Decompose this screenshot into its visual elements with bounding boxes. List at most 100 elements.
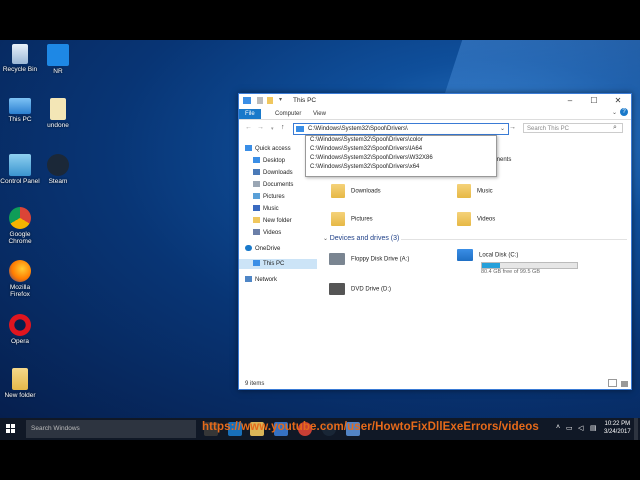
folder-pictures[interactable]: Pictures	[331, 212, 373, 226]
address-suggestions: C:\Windows\System32\Spool\Drivers\color …	[305, 135, 497, 177]
minimize-button[interactable]: –	[559, 95, 581, 107]
taskbar-clock[interactable]: 10:22 PM 3/24/2017	[604, 420, 631, 436]
nav-label: Desktop	[263, 158, 286, 164]
nav-this-pc[interactable]: This PC	[239, 259, 317, 269]
suggestion-item[interactable]: C:\Windows\System32\Spool\Drivers\W32X86	[306, 154, 496, 163]
network-icon	[245, 276, 252, 283]
show-desktop-button[interactable]	[634, 418, 638, 440]
folder-downloads[interactable]: Downloads	[331, 184, 381, 198]
letterbox-bottom	[0, 440, 640, 480]
folder-icon	[253, 217, 260, 224]
desktop-icon-opera[interactable]: Opera	[0, 314, 40, 345]
drive-label: Local Disk (C:)	[479, 252, 519, 259]
volume-icon[interactable]: ◁	[578, 424, 583, 432]
back-button[interactable]: ←	[245, 124, 252, 131]
new-folder-icon[interactable]	[267, 97, 273, 104]
drive-local-c[interactable]: Local Disk (C:)	[457, 249, 518, 261]
properties-icon[interactable]	[257, 97, 263, 104]
nav-new-folder[interactable]: New folder	[253, 216, 292, 226]
tab-file[interactable]: File	[239, 109, 261, 119]
desktop-icon-label: Opera	[10, 338, 30, 345]
nav-documents[interactable]: Documents	[253, 180, 293, 190]
close-button[interactable]: ✕	[607, 95, 629, 107]
desktop-icon-recycle-bin[interactable]: Recycle Bin	[0, 44, 40, 73]
desktop-icon-label: New folder	[4, 392, 36, 399]
nav-label: Pictures	[263, 194, 285, 200]
large-icons-view-icon[interactable]	[621, 381, 628, 387]
drive-dvd[interactable]: DVD Drive (D:)	[329, 283, 391, 295]
go-button[interactable]: →	[509, 124, 516, 131]
devices-section-heading[interactable]: ⌄ Devices and drives (3)	[323, 235, 399, 242]
section-divider	[401, 239, 627, 240]
suggestion-item[interactable]: C:\Windows\System32\Spool\Drivers\color	[306, 136, 496, 145]
windows-logo-icon	[6, 424, 10, 428]
nav-onedrive[interactable]: OneDrive	[245, 244, 280, 254]
tab-view[interactable]: View	[307, 109, 332, 119]
folder-documents-partial[interactable]: ments	[495, 157, 511, 163]
star-icon	[245, 145, 252, 152]
firefox-icon	[9, 260, 31, 282]
recycle-bin-icon	[12, 44, 28, 64]
desktop-icon-nr[interactable]: NR	[38, 44, 78, 75]
desktop-icon-label: Recycle Bin	[2, 66, 38, 73]
windows-logo-pane	[11, 424, 15, 428]
expand-ribbon-icon[interactable]: ⌄	[612, 109, 617, 116]
desktop-icon-label: Steam	[48, 178, 68, 185]
suggestion-item[interactable]: C:\Windows\System32\Spool\Drivers\IA64	[306, 145, 496, 154]
up-button[interactable]: ↑	[281, 124, 285, 131]
nav-label: Documents	[263, 182, 294, 188]
notifications-icon[interactable]: ▤	[590, 424, 597, 432]
search-icon[interactable]: ⌕	[613, 124, 617, 132]
maximize-button[interactable]: ☐	[583, 95, 605, 107]
taskbar-search[interactable]: Search Windows	[26, 420, 196, 438]
nav-quick-access[interactable]: Quick access	[245, 144, 291, 154]
tab-computer[interactable]: Computer	[269, 109, 307, 119]
desktop-icon-undone[interactable]: undone	[38, 98, 78, 129]
drive-floppy[interactable]: Floppy Disk Drive (A:)	[329, 253, 409, 265]
title-bar[interactable]: ▾ This PC – ☐ ✕	[239, 94, 631, 108]
channel-url-overlay: https://www.youtube.com/user/HowtoFixDll…	[202, 421, 539, 433]
desktop-icon-new-folder[interactable]: New folder	[0, 368, 40, 399]
nav-pictures[interactable]: Pictures	[253, 192, 285, 202]
nav-videos[interactable]: Videos	[253, 228, 281, 238]
address-dropdown-icon[interactable]: ⌄	[500, 124, 505, 134]
start-button[interactable]	[6, 424, 16, 434]
this-pc-icon	[296, 126, 304, 132]
desktop-icon-chrome[interactable]: Google Chrome	[0, 207, 40, 245]
tray-overflow-icon[interactable]: ˄	[556, 424, 560, 431]
details-view-icon[interactable]	[608, 379, 617, 387]
recent-locations-icon[interactable]: ▾	[271, 126, 274, 132]
network-tray-icon[interactable]: ▭	[566, 424, 573, 432]
desktop-icon-this-pc[interactable]: This PC	[0, 98, 40, 123]
clock-time: 10:22 PM	[604, 421, 631, 427]
nav-network[interactable]: Network	[245, 275, 277, 285]
nav-label: Downloads	[263, 170, 293, 176]
nav-downloads[interactable]: Downloads	[253, 168, 293, 178]
address-row: ← → ▾ ↑ C:\Windows\System32\Spool\Driver…	[239, 121, 631, 136]
nav-label: Music	[263, 206, 279, 212]
search-input[interactable]: Search This PC	[523, 123, 623, 133]
desktop-icon-control-panel[interactable]: Control Panel	[0, 154, 40, 185]
address-bar[interactable]: C:\Windows\System32\Spool\Drivers\ ⌄	[293, 123, 509, 135]
forward-button[interactable]: →	[257, 124, 264, 131]
help-icon[interactable]: ?	[620, 108, 628, 116]
nav-desktop[interactable]: Desktop	[253, 156, 285, 166]
videos-icon	[253, 229, 260, 236]
chrome-icon	[9, 207, 31, 229]
desktop-icon-steam[interactable]: Steam	[38, 154, 78, 185]
address-input[interactable]: C:\Windows\System32\Spool\Drivers\	[308, 124, 408, 134]
folder-label: Videos	[477, 216, 496, 223]
disk-free-text: 80.4 GB free of 99.5 GB	[481, 269, 541, 275]
window-title: This PC	[293, 97, 317, 104]
nav-label: OneDrive	[255, 246, 281, 252]
desktop-icon-firefox[interactable]: Mozilla Firefox	[0, 260, 40, 298]
floppy-drive-icon	[329, 253, 345, 265]
nav-music[interactable]: Music	[253, 204, 279, 214]
quick-access-toolbar-dropdown-icon[interactable]: ▾	[279, 96, 282, 103]
clock-date: 3/24/2017	[604, 429, 631, 435]
disk-usage-bar	[481, 262, 578, 269]
suggestion-item[interactable]: C:\Windows\System32\Spool\Drivers\x64	[306, 163, 496, 172]
status-bar-count: 9 items	[245, 381, 265, 387]
folder-videos[interactable]: Videos	[457, 212, 495, 226]
folder-music[interactable]: Music	[457, 184, 493, 198]
